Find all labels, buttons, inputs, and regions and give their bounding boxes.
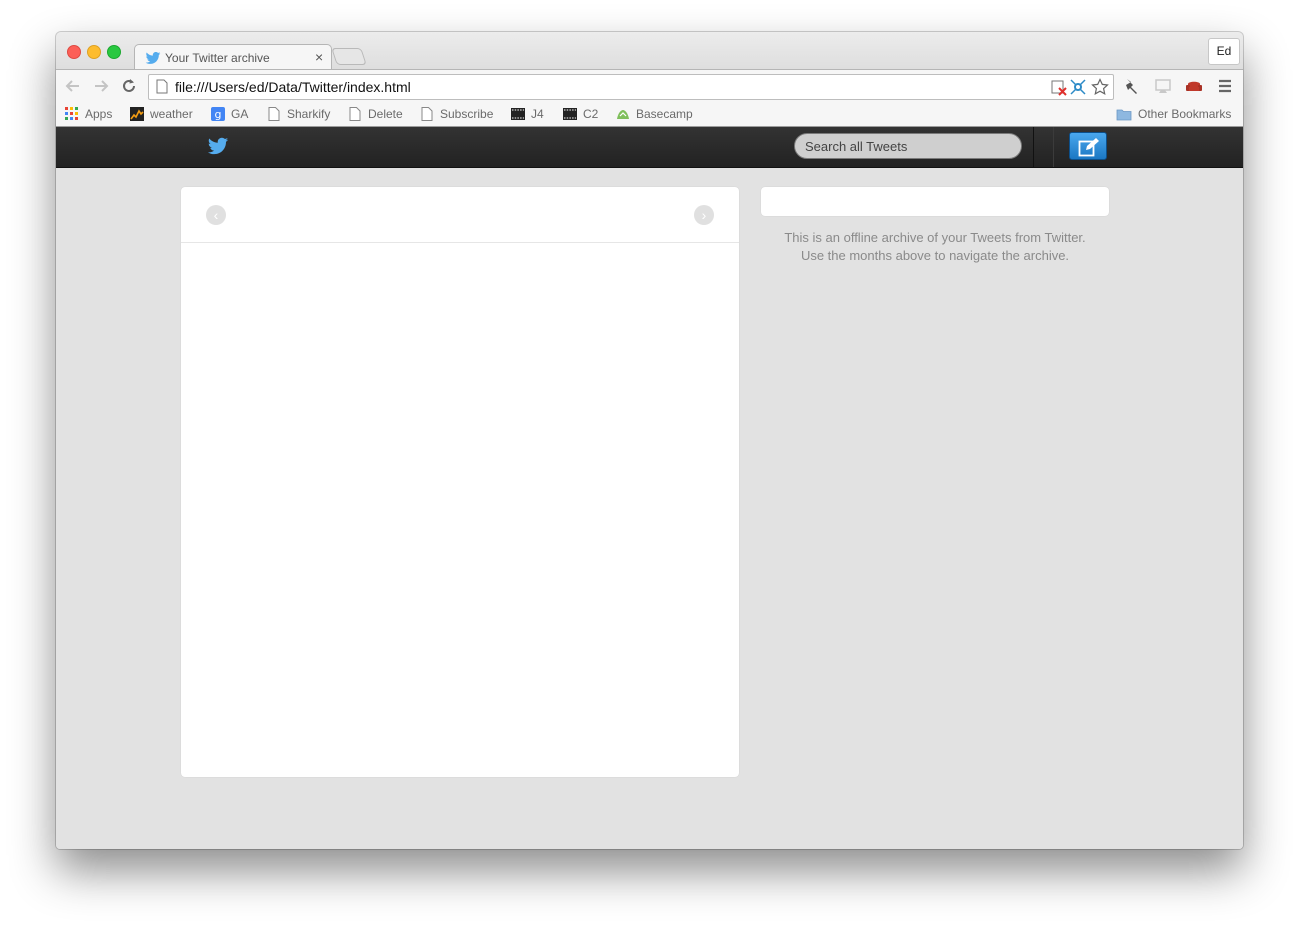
window-minimize-button[interactable] [87, 45, 101, 59]
blocked-content-icon[interactable] [1050, 78, 1068, 96]
svg-text:g: g [215, 108, 222, 121]
bookmark-j4[interactable]: J4 [511, 106, 544, 122]
bookmarks-bar: Apps weather g GA Sharkify Delete Subscr… [56, 102, 1243, 127]
page-icon [268, 107, 280, 121]
bookmark-label: Apps [85, 107, 113, 121]
archive-info-text: This is an offline archive of your Tweet… [761, 229, 1109, 265]
compose-pencil-icon [1078, 138, 1099, 157]
bookmark-apps[interactable]: Apps [65, 106, 112, 122]
search-tweets-input[interactable] [794, 133, 1022, 159]
browser-window: Your Twitter archive × Ed file:///Users/… [56, 32, 1243, 849]
bookmark-ga[interactable]: g GA [211, 106, 248, 122]
pin-extension-icon[interactable] [1122, 76, 1142, 96]
topbar-divider [1033, 127, 1034, 167]
bookmark-delete[interactable]: Delete [348, 106, 403, 122]
armchair-extension-icon[interactable] [1184, 76, 1204, 96]
address-bar[interactable]: file:///Users/ed/Data/Twitter/index.html [148, 74, 1114, 100]
page-icon [156, 79, 168, 94]
bookmark-label: Delete [368, 107, 403, 121]
bookmark-star-icon[interactable] [1091, 78, 1109, 96]
info-line-2: Use the months above to navigate the arc… [800, 248, 1070, 263]
next-month-button[interactable]: › [694, 205, 714, 225]
tweet-timeline-panel: ‹ › [181, 187, 739, 777]
bookmark-label: Sharkify [287, 107, 331, 121]
url-text: file:///Users/ed/Data/Twitter/index.html [175, 79, 411, 95]
browser-toolbar: file:///Users/ed/Data/Twitter/index.html [56, 69, 1243, 103]
page-icon [421, 107, 433, 121]
twitter-topbar [56, 127, 1243, 168]
page-content: ‹ › This is an offline archive of your T… [56, 127, 1243, 849]
info-line-1: This is an offline archive of your Tweet… [784, 230, 1086, 245]
previous-month-button[interactable]: ‹ [206, 205, 226, 225]
tab-twitter-archive[interactable]: Your Twitter archive × [134, 44, 332, 70]
bookmark-subscribe[interactable]: Subscribe [420, 106, 493, 122]
bookmark-label: Basecamp [636, 107, 693, 121]
twitter-bird-icon [145, 52, 161, 64]
film-icon [511, 108, 525, 120]
other-bookmarks-folder[interactable]: Other Bookmarks [1116, 106, 1231, 122]
google-analytics-icon: g [211, 107, 225, 121]
reload-icon[interactable] [120, 77, 138, 95]
window-close-button[interactable] [67, 45, 81, 59]
cast-extension-icon[interactable] [1153, 76, 1173, 96]
tab-title: Your Twitter archive [165, 51, 270, 65]
menu-hamburger-icon[interactable] [1215, 76, 1235, 96]
bookmark-c2[interactable]: C2 [563, 106, 598, 122]
profile-button[interactable]: Ed [1208, 38, 1240, 65]
new-tab-button[interactable] [331, 48, 367, 65]
bookmark-label: C2 [583, 107, 599, 121]
tab-close-icon[interactable]: × [315, 49, 323, 65]
film-icon [563, 108, 577, 120]
window-maximize-button[interactable] [107, 45, 121, 59]
bookmark-label: J4 [531, 107, 544, 121]
topbar-divider [1053, 127, 1054, 167]
twitter-logo-icon[interactable] [206, 135, 230, 157]
extension-network-icon[interactable] [1069, 78, 1087, 96]
compose-tweet-button[interactable] [1069, 132, 1107, 160]
bookmark-weather[interactable]: weather [130, 106, 193, 122]
weather-icon [130, 107, 144, 121]
bookmark-label: GA [231, 107, 249, 121]
bookmark-sharkify[interactable]: Sharkify [267, 106, 330, 122]
forward-arrow-icon[interactable] [92, 77, 110, 95]
months-navigation-box [761, 187, 1109, 216]
tab-strip: Your Twitter archive × Ed [56, 32, 1243, 70]
apps-grid-icon [65, 107, 78, 120]
basecamp-icon [617, 110, 629, 119]
bookmark-label: Subscribe [440, 107, 494, 121]
other-bookmarks-label: Other Bookmarks [1138, 107, 1232, 121]
back-arrow-icon[interactable] [64, 77, 82, 95]
bookmark-basecamp[interactable]: Basecamp [616, 106, 693, 122]
timeline-header: ‹ › [181, 187, 739, 243]
bookmark-label: weather [150, 107, 193, 121]
page-icon [349, 107, 361, 121]
folder-icon [1116, 109, 1132, 121]
